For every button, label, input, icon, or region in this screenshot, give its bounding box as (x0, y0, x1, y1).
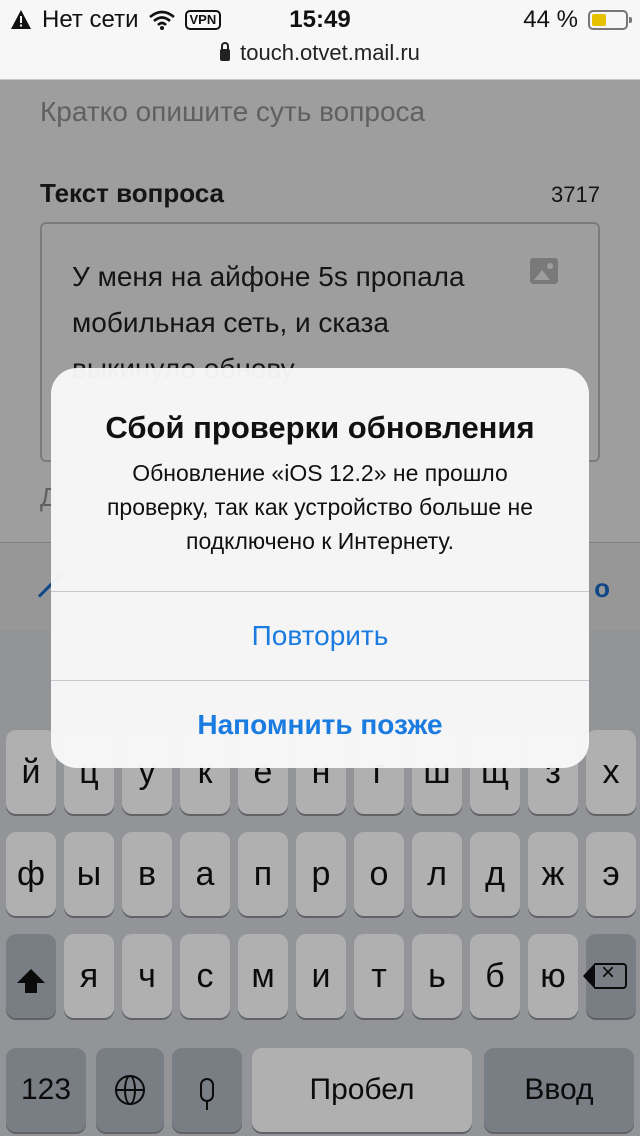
status-bar: Нет сети VPN 15:49 44 % touch.otvet.mail… (0, 0, 640, 80)
remind-later-button[interactable]: Напомнить позже (51, 681, 589, 768)
update-alert: Сбой проверки обновления Обновление «iOS… (51, 368, 589, 768)
battery-percent: 44 % (523, 6, 578, 33)
address-bar[interactable]: touch.otvet.mail.ru (0, 40, 640, 66)
retry-button[interactable]: Повторить (51, 592, 589, 680)
alert-title: Сбой проверки обновления (105, 410, 535, 445)
lock-icon (220, 42, 231, 61)
battery-fill (592, 14, 607, 26)
battery-icon (588, 10, 632, 30)
alert-message: Обновление «iOS 12.2» не прошло проверку… (106, 460, 534, 554)
url-text: touch.otvet.mail.ru (240, 40, 420, 65)
